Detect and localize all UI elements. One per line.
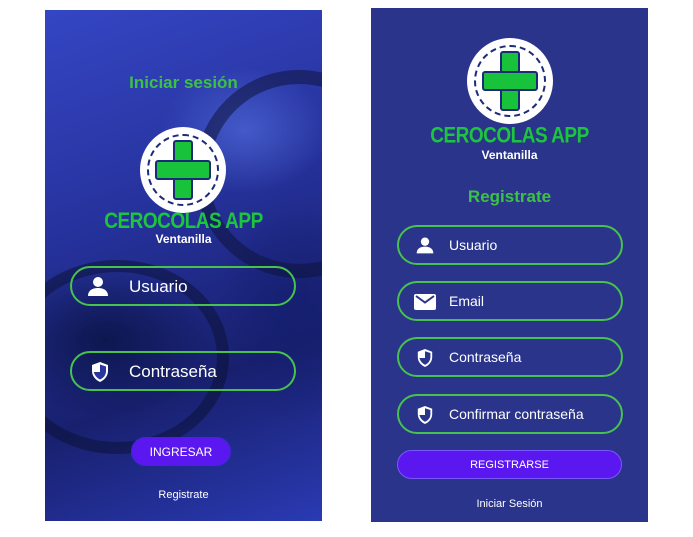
username-label: Usuario — [129, 277, 188, 296]
brand-name: CEROCOLAS APP — [104, 209, 263, 234]
password-label: Contraseña — [129, 362, 217, 381]
username-field[interactable]: Usuario — [70, 266, 296, 306]
login-screen: Iniciar sesión CEROCOLAS APP Ventanilla … — [45, 10, 322, 521]
brand-subtitle: Ventanilla — [155, 232, 212, 246]
password-field[interactable]: Contraseña — [397, 337, 623, 377]
email-label: Email — [449, 293, 485, 309]
brand-subtitle: Ventanilla — [481, 148, 538, 162]
register-title: Registrate — [467, 187, 552, 206]
register-screen: CEROCOLAS APP Ventanilla Registrate Usua… — [371, 8, 648, 522]
user-icon — [88, 277, 108, 296]
username-field[interactable]: Usuario — [397, 225, 623, 265]
app-logo — [140, 127, 226, 213]
password-label: Contraseña — [449, 349, 522, 365]
app-logo — [467, 38, 553, 124]
brand-name: CEROCOLAS APP — [430, 124, 589, 149]
login-link[interactable]: Iniciar Sesión — [371, 498, 648, 510]
password-field[interactable]: Contraseña — [70, 351, 296, 391]
confirm-password-field[interactable]: Confirmar contraseña — [397, 394, 623, 434]
login-button[interactable]: INGRESAR — [131, 437, 231, 466]
shield-icon — [417, 349, 433, 367]
register-link[interactable]: Registrate — [45, 489, 322, 501]
confirm-password-label: Confirmar contraseña — [449, 406, 584, 422]
email-field[interactable]: Email — [397, 281, 623, 321]
email-icon — [414, 294, 436, 310]
user-icon — [416, 237, 434, 254]
register-button[interactable]: REGISTRARSE — [397, 450, 622, 479]
shield-icon — [417, 406, 433, 424]
login-title: Iniciar sesión — [129, 73, 238, 92]
shield-icon — [92, 362, 108, 382]
username-label: Usuario — [449, 237, 498, 253]
